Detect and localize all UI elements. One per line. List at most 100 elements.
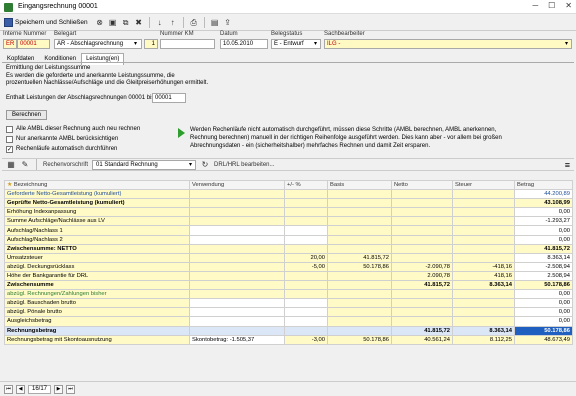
interne-prefix-field[interactable]: ER — [3, 39, 17, 49]
maximize-button[interactable]: ☐ — [548, 1, 555, 10]
table-cell[interactable] — [327, 298, 392, 309]
table-cell[interactable]: 50.178,86 — [327, 334, 392, 345]
table-cell[interactable]: Aufschlag/Nachlass 1 — [4, 225, 190, 236]
table-cell[interactable] — [391, 252, 453, 263]
table-cell[interactable]: Rechnungsbetrag — [4, 325, 190, 336]
belegart-select[interactable]: AR - Abschlagsrechnung — [54, 39, 142, 49]
table-cell[interactable] — [452, 234, 515, 245]
table-cell[interactable]: 40.561,24 — [391, 334, 453, 345]
table-cell[interactable]: abzügl. Rechnungen/Zahlungen bisher — [4, 289, 190, 300]
table-cell[interactable] — [189, 325, 285, 336]
cancel-icon[interactable]: ⊗ — [95, 18, 105, 28]
berechnen-button[interactable]: Berechnen — [6, 110, 48, 120]
table-cell[interactable] — [189, 280, 285, 291]
table-cell[interactable] — [391, 298, 453, 309]
table-cell[interactable]: 0,00 — [514, 289, 573, 300]
table-cell[interactable] — [452, 207, 515, 218]
belegart-dropdown-icon[interactable]: ▾ — [134, 40, 137, 47]
table-cell[interactable] — [284, 325, 328, 336]
table-row[interactable]: Höhe der Bankgarantie für DRL 2.090,78 418… — [4, 270, 573, 282]
close-window-button[interactable]: ✕ — [565, 1, 572, 10]
column-header[interactable]: Basis — [327, 179, 392, 191]
table-cell[interactable]: 41.815,72 — [391, 325, 453, 336]
table-cell[interactable]: Ausgleichsbetrag — [4, 316, 190, 327]
table-row[interactable]: Rechnungsbetrag 41.815,72 8.363,14 50.178,8… — [4, 325, 573, 336]
document-icon[interactable]: ▤ — [210, 18, 220, 28]
table-cell[interactable] — [452, 243, 515, 254]
table-cell[interactable]: 0,00 — [514, 207, 573, 218]
table-cell[interactable] — [284, 216, 328, 227]
table-cell[interactable] — [391, 207, 453, 218]
table-row[interactable]: abzügl. Bauschaden brutto 0,00 — [4, 298, 573, 309]
table-row[interactable]: Summe Aufschläge/Nachlässe aus LV -1.293,… — [4, 216, 573, 227]
table-cell[interactable]: 0,00 — [514, 234, 573, 245]
table-cell[interactable]: 2.090,78 — [391, 270, 453, 282]
export-icon[interactable]: ⇪ — [223, 18, 233, 28]
table-cell[interactable] — [189, 270, 285, 282]
table-cell[interactable] — [452, 289, 515, 300]
table-row[interactable]: abzügl. Rechnungen/Zahlungen bisher 0,00 — [4, 289, 573, 300]
table-cell[interactable] — [189, 225, 285, 236]
table-cell[interactable]: 8.363,14 — [452, 325, 515, 336]
save-icon[interactable]: ▣ — [108, 18, 118, 28]
table-row[interactable]: Zwischensumme 41.815,72 8.363,14 50.178,86 — [4, 280, 573, 291]
table-cell[interactable] — [284, 280, 328, 291]
table-cell[interactable]: 41.815,72 — [391, 280, 453, 291]
nummer-km-field[interactable] — [160, 39, 215, 49]
table-cell[interactable] — [452, 189, 515, 200]
table-cell[interactable]: 43.108,99 — [514, 198, 573, 209]
column-header[interactable]: +/- % — [284, 179, 328, 191]
arrow-up-icon[interactable]: ↑ — [168, 18, 178, 28]
table-cell[interactable]: 41.815,72 — [514, 243, 573, 254]
table-cell[interactable] — [284, 316, 328, 327]
table-cell[interactable] — [189, 189, 285, 200]
table-cell[interactable] — [391, 225, 453, 236]
datum-field[interactable]: 10.05.2010 — [220, 39, 268, 49]
last-page-icon[interactable]: ⏭ — [66, 384, 76, 394]
table-cell[interactable]: Aufschlag/Nachlass 2 — [4, 234, 190, 245]
column-header[interactable]: Steuer — [452, 179, 515, 191]
table-cell[interactable]: abzügl. Bauschaden brutto — [4, 298, 190, 309]
table-row[interactable]: Aufschlag/Nachlass 1 0,00 — [4, 225, 573, 236]
table-cell[interactable]: Geforderte Netto-Gesamtleistung (kumulie… — [4, 189, 190, 200]
column-header[interactable]: Netto — [391, 179, 453, 191]
table-cell[interactable] — [284, 243, 328, 254]
table-cell[interactable]: Zwischensumme: NETTO — [4, 243, 190, 254]
table-cell[interactable] — [327, 280, 392, 291]
prev-page-icon[interactable]: ◀ — [16, 384, 25, 394]
table-cell[interactable] — [452, 298, 515, 309]
table-cell[interactable]: 0,00 — [514, 307, 573, 318]
refresh-icon[interactable]: ↻ — [200, 160, 210, 170]
enthalt-field[interactable]: 00001 — [152, 93, 186, 103]
table-cell[interactable]: 8.363,14 — [452, 280, 515, 291]
minimize-button[interactable]: ─ — [532, 1, 538, 10]
table-cell[interactable]: Geprüfte Netto-Gesamtleistung (kumuliert… — [4, 198, 190, 209]
table-cell[interactable]: Summe Aufschläge/Nachlässe aus LV — [4, 216, 190, 227]
table-cell[interactable] — [284, 234, 328, 245]
table-cell[interactable]: Rechnungsbetrag mit Skontoausnutzung — [4, 334, 190, 345]
edit-icon[interactable]: ✎ — [20, 160, 30, 170]
table-cell[interactable] — [452, 198, 515, 209]
rechenvorschrift-select[interactable]: 01 Standard Rechnung ▾ — [92, 159, 197, 170]
save-copy-icon[interactable]: ⧉ — [121, 18, 131, 28]
table-cell[interactable] — [189, 289, 285, 300]
table-cell[interactable]: -1.293,27 — [514, 216, 573, 227]
table-cell[interactable] — [452, 225, 515, 236]
column-header[interactable]: ★ Bezeichnung — [4, 179, 190, 191]
check-rechenlaeufe[interactable]: ✓ — [6, 146, 13, 153]
table-row[interactable]: Ausgleichsbetrag 0,00 — [4, 316, 573, 327]
table-row[interactable]: Erhöhung Indexanpassung 0,00 — [4, 207, 573, 218]
table-cell[interactable] — [189, 298, 285, 309]
table-cell[interactable] — [284, 189, 328, 200]
table-cell[interactable] — [327, 307, 392, 318]
table-cell[interactable]: -2.508,94 — [514, 261, 573, 272]
table-cell[interactable]: 50.178,86 — [514, 280, 573, 291]
table-cell[interactable]: Erhöhung Indexanpassung — [4, 207, 190, 218]
table-cell[interactable] — [391, 316, 453, 327]
belegstatus-dropdown-icon[interactable]: ▾ — [314, 40, 317, 47]
table-cell[interactable] — [452, 216, 515, 227]
table-cell[interactable] — [189, 234, 285, 245]
table-cell[interactable]: Höhe der Bankgarantie für DRL — [4, 270, 190, 282]
table-cell[interactable] — [284, 198, 328, 209]
table-cell[interactable]: 20,00 — [284, 252, 328, 263]
